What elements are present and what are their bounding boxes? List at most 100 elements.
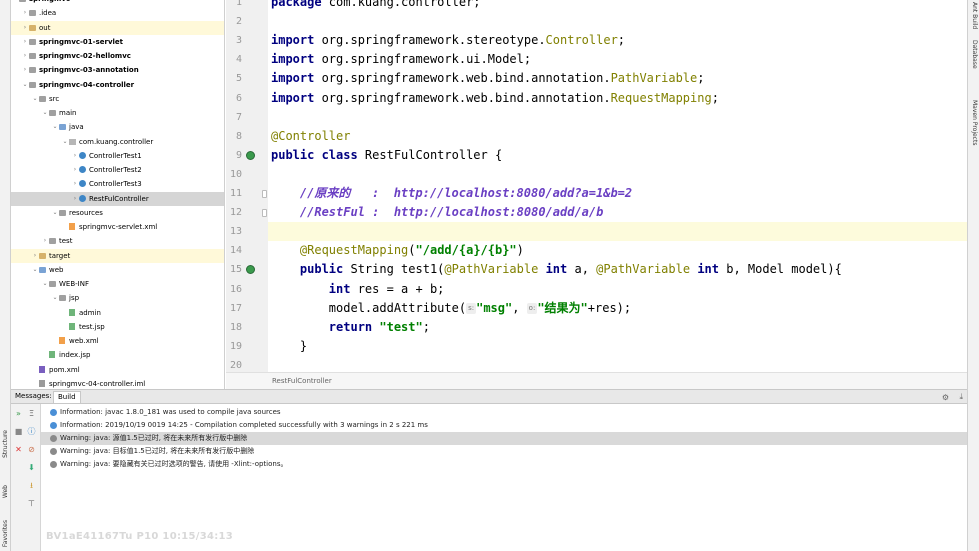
code-line[interactable]: @RequestMapping("/add/{a}/{b}") — [271, 241, 524, 260]
rerun-icon[interactable]: » — [14, 409, 23, 418]
tree-node[interactable]: › test — [11, 234, 224, 248]
chevron-right-icon[interactable]: › — [21, 6, 29, 20]
chevron-down-icon[interactable]: ⌄ — [51, 120, 59, 134]
tree-node[interactable]: ⌄ WEB-INF — [11, 277, 224, 291]
tree-node[interactable]: › ControllerTest2 — [11, 163, 224, 177]
tree-node[interactable]: web.xml — [11, 334, 224, 348]
tree-node[interactable]: › springmvc-01-servlet — [11, 35, 224, 49]
chevron-down-icon[interactable]: ⌄ — [51, 291, 59, 305]
info-filter-icon[interactable]: ⓘ — [27, 427, 36, 436]
code-line[interactable]: import org.springframework.stereotype.Co… — [271, 31, 625, 50]
right-tab-database[interactable]: Database — [968, 40, 979, 69]
message-row[interactable]: Information: javac 1.8.0_181 was used to… — [41, 406, 967, 419]
right-tab-ant-build[interactable]: Ant Build — [968, 2, 979, 29]
export-icon[interactable]: ⭳ — [27, 481, 36, 490]
sort-icon[interactable]: Ξ — [27, 409, 36, 418]
tree-node[interactable]: index.jsp — [11, 348, 224, 362]
code-line[interactable]: @Controller — [271, 127, 350, 146]
tree-node[interactable]: ⌄ springmvc-04-controller — [11, 78, 224, 92]
left-tab-web[interactable]: Web — [0, 485, 11, 498]
chevron-down-icon[interactable]: ⌄ — [61, 135, 69, 149]
tree-node[interactable]: pom.xml — [11, 363, 224, 377]
tree-node[interactable]: › target — [11, 248, 224, 263]
tree-node[interactable]: › springmvc-03-annotation — [11, 63, 224, 77]
message-row[interactable]: Warning: java: 目标值1.5已过时, 将在未来所有发行版中删除 — [41, 445, 967, 458]
tree-node-label: springmvc-03-annotation — [39, 66, 139, 75]
chevron-down-icon[interactable]: ⌄ — [41, 277, 49, 291]
chevron-down-icon[interactable]: ⌄ — [51, 206, 59, 220]
chevron-right-icon[interactable]: › — [71, 192, 79, 206]
left-tab-structure[interactable]: Structure — [0, 430, 11, 458]
hide-panel-icon[interactable]: ⤓ — [959, 390, 963, 403]
tree-node[interactable]: ⌄ com.kuang.controller — [11, 135, 224, 149]
code-line[interactable]: import org.springframework.web.bind.anno… — [271, 69, 705, 88]
tab-build[interactable]: Build — [53, 391, 81, 403]
tree-node[interactable]: › ControllerTest3 — [11, 177, 224, 191]
chevron-down-icon[interactable]: ⌄ — [31, 92, 39, 106]
chevron-right-icon[interactable]: › — [21, 49, 29, 63]
chevron-right-icon[interactable]: › — [31, 249, 39, 263]
spring-bean-icon[interactable] — [246, 265, 255, 275]
code-line[interactable]: //RestFul : http://localhost:8080/add/a/… — [271, 203, 603, 222]
chevron-down-icon[interactable]: ⌄ — [21, 78, 29, 92]
chevron-right-icon[interactable]: › — [71, 149, 79, 163]
tree-node-label: resources — [69, 208, 103, 217]
tree-node[interactable]: ⌄ springmvc — [11, 0, 224, 6]
message-row[interactable]: Warning: java: 源值1.5已过时, 将在未来所有发行版中删除 — [41, 432, 967, 445]
code-line[interactable]: import org.springframework.web.bind.anno… — [271, 89, 719, 108]
tree-node[interactable]: ⌄ resources — [11, 206, 224, 220]
chevron-down-icon[interactable]: ⌄ — [11, 0, 19, 6]
chevron-right-icon[interactable]: › — [21, 63, 29, 77]
chevron-down-icon[interactable]: ⌄ — [41, 106, 49, 120]
code-line[interactable] — [268, 222, 967, 242]
tree-node[interactable]: ⌄ main — [11, 106, 224, 120]
tree-node[interactable]: › out — [11, 20, 224, 35]
settings-gear-icon[interactable]: ⚙ — [942, 391, 949, 404]
breadcrumb-label[interactable]: RestFulController — [272, 377, 332, 385]
code-token: org.springframework.stereotype. — [321, 33, 546, 48]
code-line[interactable]: int res = a + b; — [271, 280, 445, 299]
editor-breadcrumb[interactable]: RestFulController — [226, 372, 967, 389]
fold-marker-icon[interactable] — [262, 209, 267, 218]
chevron-right-icon[interactable]: › — [21, 35, 29, 49]
code-line[interactable]: model.addAttribute(s: "msg", o: "结果为"+res)… — [271, 299, 631, 318]
chevron-right-icon[interactable]: › — [21, 21, 29, 35]
tree-node-label: springmvc-servlet.xml — [79, 223, 158, 231]
tree-node[interactable]: › RestFulController — [11, 191, 224, 206]
tree-node[interactable]: ⌄ java — [11, 120, 224, 134]
next-icon[interactable]: ⬇ — [27, 463, 36, 472]
tree-node[interactable]: › springmvc-02-hellomvc — [11, 49, 224, 63]
code-editor[interactable]: package com.kuang.controller; import org.… — [268, 0, 967, 372]
tree-node[interactable]: springmvc-servlet.xml — [11, 220, 224, 234]
stop-icon[interactable]: ■ — [14, 427, 23, 436]
code-line[interactable]: package com.kuang.controller; — [271, 0, 481, 12]
left-tab-favorites[interactable]: Favorites — [0, 520, 11, 547]
chevron-right-icon[interactable]: › — [71, 163, 79, 177]
message-row[interactable]: Warning: java: 要隐藏有关已过时选项的警告, 请使用 -Xlint… — [41, 458, 967, 471]
tree-node[interactable]: admin — [11, 306, 224, 320]
code-line[interactable]: return "test"; — [271, 318, 430, 337]
chevron-right-icon[interactable]: › — [41, 234, 49, 248]
tree-node[interactable]: ⌄ src — [11, 92, 224, 106]
code-line[interactable]: public String test1(@PathVariable int a,… — [271, 260, 842, 279]
line-number: 6 — [235, 92, 242, 104]
tree-node[interactable]: › .idea — [11, 6, 224, 20]
code-line[interactable]: } — [271, 337, 307, 356]
warning-filter-icon[interactable]: ⊘ — [27, 445, 36, 454]
code-line[interactable]: //原来的 : http://localhost:8080/add?a=1&b=… — [271, 184, 632, 203]
spring-bean-icon[interactable] — [246, 150, 255, 160]
code-line[interactable]: import org.springframework.ui.Model; — [271, 50, 531, 69]
chevron-right-icon[interactable]: › — [71, 177, 79, 191]
fold-marker-icon[interactable] — [262, 190, 267, 198]
right-tab-maven-projects[interactable]: Maven Projects — [968, 100, 979, 145]
close-icon[interactable]: ✕ — [14, 445, 23, 454]
tree-node[interactable]: › ControllerTest1 — [11, 149, 224, 163]
tree-node[interactable]: springmvc-04-controller.iml — [11, 377, 224, 389]
chevron-down-icon[interactable]: ⌄ — [31, 263, 39, 277]
tree-node[interactable]: test.jsp — [11, 320, 224, 334]
message-row[interactable]: Information: 2019/10/19 0019 14:25 - Com… — [41, 419, 967, 432]
code-line[interactable]: public class RestFulController { — [271, 146, 502, 165]
tree-node[interactable]: ⌄ web — [11, 263, 224, 277]
pin-icon[interactable]: ⊤ — [27, 499, 36, 508]
tree-node[interactable]: ⌄ jsp — [11, 291, 224, 305]
